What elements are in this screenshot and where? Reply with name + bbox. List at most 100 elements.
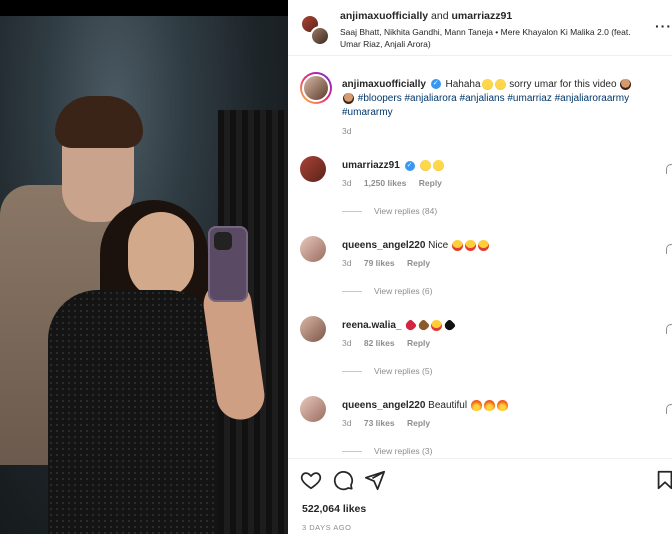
comment-avatar[interactable] xyxy=(300,236,326,262)
broken-heart-emoji-icon xyxy=(404,318,418,333)
comment: reena.walia_ 3d 82 likes Reply View repl… xyxy=(300,316,672,394)
caption-text-mid: sorry umar for this video xyxy=(509,79,617,90)
view-replies-button[interactable]: View replies (84) xyxy=(342,206,437,216)
phone xyxy=(208,226,248,302)
hashtag[interactable]: #anjaliarora xyxy=(404,93,456,104)
heart-eyes-emoji-icon xyxy=(431,320,443,331)
comment: umarriazz91 ✓ 3d 1,250 likes Reply View … xyxy=(300,156,672,234)
comment-heart-icon[interactable] xyxy=(666,404,672,414)
reply-button[interactable]: Reply xyxy=(407,258,430,268)
comment-time: 3d xyxy=(342,338,352,348)
reply-button[interactable]: Reply xyxy=(407,418,430,428)
post-media[interactable] xyxy=(0,0,288,534)
verified-badge-icon: ✓ xyxy=(404,160,415,171)
comment-username[interactable]: queens_angel220 xyxy=(342,240,425,251)
audio-link[interactable]: Saaj Bhatt, Nikhita Gandhi, Mann Taneja … xyxy=(340,26,640,50)
comment-body: queens_angel220 Beautiful xyxy=(342,400,509,411)
comment-heart-icon[interactable] xyxy=(666,244,672,254)
comment-time: 3d xyxy=(342,418,352,428)
comment-avatar[interactable] xyxy=(300,316,326,342)
comment-likes[interactable]: 79 likes xyxy=(364,258,395,268)
comment-username[interactable]: queens_angel220 xyxy=(342,400,425,411)
comment-meta: 3d 73 likes Reply xyxy=(342,418,440,428)
caption-text: anjimaxuofficially ✓ Hahaha sorry umar f… xyxy=(342,78,672,120)
comment-body: reena.walia_ xyxy=(342,318,457,333)
comment-likes[interactable]: 82 likes xyxy=(364,338,395,348)
fire-emoji-icon xyxy=(496,400,508,411)
comment-icon[interactable] xyxy=(332,469,354,491)
fire-emoji-icon xyxy=(470,400,482,411)
reply-button[interactable]: Reply xyxy=(407,338,430,348)
comment: queens_angel220 Nice 3d 79 likes Reply V… xyxy=(300,236,672,314)
bookmark-icon[interactable] xyxy=(654,469,672,491)
face-emoji-icon xyxy=(343,92,354,104)
laughing-emoji-icon xyxy=(481,78,493,90)
post-authors: anjimaxuofficially and umarriazz91 xyxy=(340,10,512,22)
heart-eyes-emoji-icon xyxy=(451,240,463,251)
comment-avatar[interactable] xyxy=(300,156,326,182)
comment-body: queens_angel220 Nice xyxy=(342,240,490,251)
post-actions: 522,064 likes 3 DAYS AGO xyxy=(288,458,672,534)
verified-badge-icon: ✓ xyxy=(430,79,441,90)
black-heart-emoji-icon xyxy=(443,318,457,333)
hashtag[interactable]: #anjaliaroraarmy xyxy=(555,93,629,104)
comment-username[interactable]: umarriazz91 xyxy=(342,160,400,171)
comment-meta: 3d 82 likes Reply xyxy=(342,338,440,348)
divider xyxy=(342,451,362,453)
view-replies-button[interactable]: View replies (6) xyxy=(342,286,432,296)
caption-avatar[interactable] xyxy=(300,72,332,104)
heart-eyes-emoji-icon xyxy=(477,240,489,251)
comment-meta: 3d 79 likes Reply xyxy=(342,258,440,268)
and-text: and xyxy=(431,10,449,22)
comment-time: 3d xyxy=(342,178,352,188)
phone-camera xyxy=(214,232,232,250)
view-replies-button[interactable]: View replies (5) xyxy=(342,366,432,376)
woman-figure xyxy=(48,290,218,534)
avatar xyxy=(310,26,330,46)
coauthor-link[interactable]: umarriazz91 xyxy=(452,10,513,22)
hashtag[interactable]: #bloopers xyxy=(358,93,402,104)
comment-text: Nice xyxy=(428,240,449,252)
heart-eyes-emoji-icon xyxy=(464,240,476,251)
divider xyxy=(342,211,362,213)
send-icon[interactable] xyxy=(364,469,386,491)
woman-face xyxy=(128,212,194,298)
heart-icon[interactable] xyxy=(300,469,322,491)
hashtag[interactable]: #umarriaz xyxy=(507,93,551,104)
more-horizontal-icon[interactable]: ··· xyxy=(655,18,672,34)
comment-likes[interactable]: 73 likes xyxy=(364,418,395,428)
caption-author[interactable]: anjimaxuofficially xyxy=(342,79,426,90)
divider xyxy=(342,291,362,293)
author-avatars[interactable] xyxy=(300,14,330,46)
caption-time: 3d xyxy=(342,126,352,136)
divider xyxy=(342,371,362,373)
comment-heart-icon[interactable] xyxy=(666,164,672,174)
face-emoji-icon xyxy=(620,78,632,90)
post-likes[interactable]: 522,064 likes xyxy=(302,503,366,515)
hashtag[interactable]: #anjalians xyxy=(460,93,505,104)
comment-likes[interactable]: 1,250 likes xyxy=(364,178,407,188)
fire-emoji-icon xyxy=(483,400,495,411)
post-side-panel: anjimaxuofficially and umarriazz91 Saaj … xyxy=(288,0,672,534)
comment-time: 3d xyxy=(342,258,352,268)
laughing-emoji-icon xyxy=(494,78,506,90)
avatar xyxy=(302,74,330,102)
comment-body: umarriazz91 ✓ xyxy=(342,160,445,171)
view-replies-label: View replies (5) xyxy=(374,366,433,376)
view-replies-button[interactable]: View replies (3) xyxy=(342,446,432,456)
comment-username[interactable]: reena.walia_ xyxy=(342,320,401,331)
laughing-emoji-icon xyxy=(420,160,432,171)
reply-button[interactable]: Reply xyxy=(419,178,442,188)
author-link[interactable]: anjimaxuofficially xyxy=(340,10,428,22)
comment-avatar[interactable] xyxy=(300,396,326,422)
post-date: 3 DAYS AGO xyxy=(302,523,352,532)
brown-heart-emoji-icon xyxy=(417,318,431,333)
man-hair xyxy=(55,96,143,148)
view-replies-label: View replies (3) xyxy=(374,446,433,456)
comment-heart-icon[interactable] xyxy=(666,324,672,334)
view-replies-label: View replies (6) xyxy=(374,286,433,296)
post-header: anjimaxuofficially and umarriazz91 Saaj … xyxy=(288,0,672,56)
caption-text-start: Hahaha xyxy=(445,79,481,90)
media-top-bar xyxy=(0,0,288,16)
hashtag[interactable]: #umararmy xyxy=(342,107,393,118)
